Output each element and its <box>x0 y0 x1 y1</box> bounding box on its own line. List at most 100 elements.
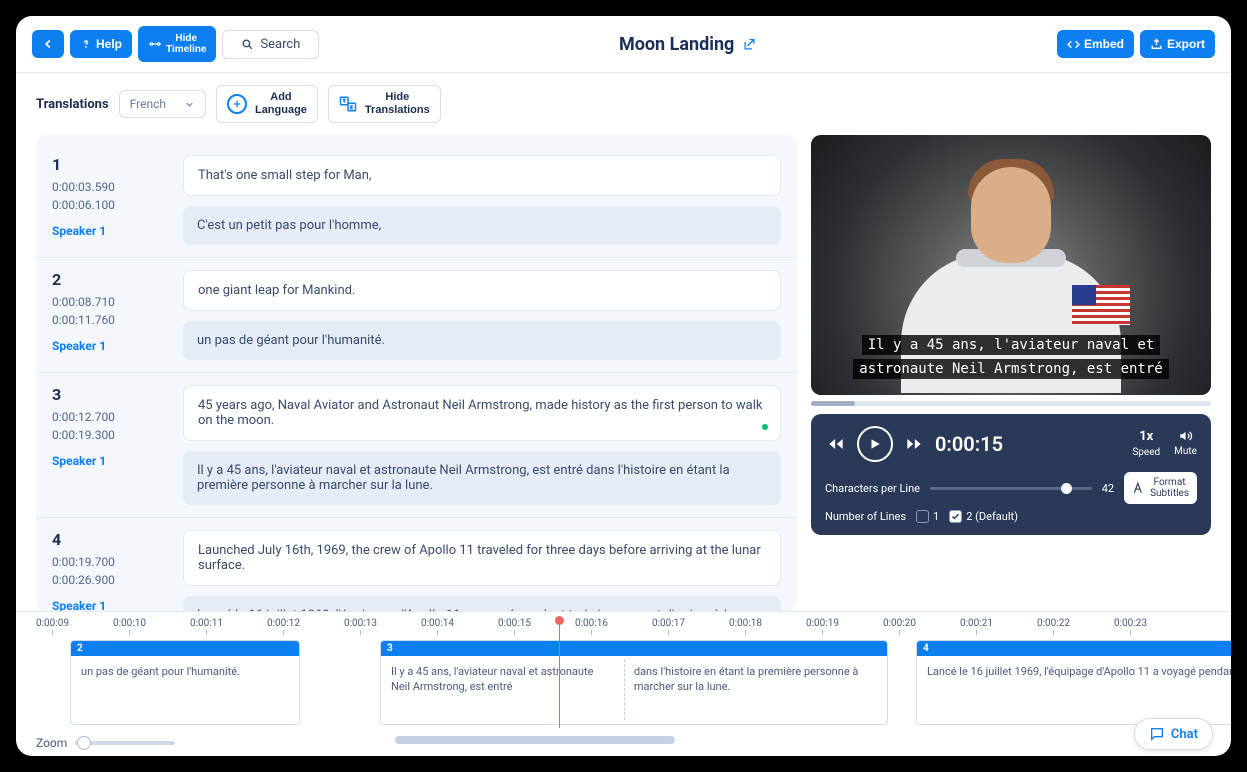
subbar: Translations French Add Language Hide Tr… <box>16 73 1231 135</box>
segment-body: That's one small step for Man, C'est un … <box>183 155 781 245</box>
clip-number: 3 <box>381 641 887 656</box>
ruler-tick: 0:00:19 <box>806 618 839 629</box>
timeline: 0:00:090:00:100:00:110:00:120:00:130:00:… <box>16 611 1231 756</box>
help-label: Help <box>96 37 122 51</box>
chevron-down-icon <box>184 99 195 110</box>
ruler-tick: 0:00:09 <box>36 618 69 629</box>
lines-1-checkbox[interactable]: 1 <box>916 510 939 523</box>
play-button[interactable] <box>857 426 893 462</box>
translate-icon <box>339 95 357 113</box>
zoom-slider[interactable] <box>75 741 175 745</box>
segment-speaker[interactable]: Speaker 1 <box>52 224 167 238</box>
segment-speaker[interactable]: Speaker 1 <box>52 339 167 353</box>
segment-speaker[interactable]: Speaker 1 <box>52 599 167 611</box>
cpl-label: Characters per Line <box>825 482 920 495</box>
ruler-tick: 0:00:21 <box>960 618 993 629</box>
embed-label: Embed <box>1084 37 1124 51</box>
search-input[interactable]: Search <box>222 30 319 59</box>
title-text: Moon Landing <box>619 34 734 55</box>
timeline-ruler[interactable]: 0:00:090:00:100:00:110:00:120:00:130:00:… <box>16 618 1231 640</box>
ruler-tick: 0:00:23 <box>1114 618 1147 629</box>
segment-row[interactable]: 3 0:00:12.700 0:00:19.300 Speaker 1 45 y… <box>36 373 797 518</box>
ruler-tick: 0:00:20 <box>883 618 916 629</box>
chat-label: Chat <box>1171 727 1198 742</box>
segment-number: 4 <box>52 530 167 549</box>
hide-translations-button[interactable]: Hide Translations <box>328 85 441 123</box>
forward-button[interactable] <box>903 433 925 455</box>
video-caption: Il y a 45 ans, l'aviateur naval et astro… <box>831 334 1191 382</box>
back-button[interactable] <box>32 30 64 58</box>
segment-text[interactable]: That's one small step for Man, <box>183 155 781 196</box>
timeline-scrollbar[interactable] <box>395 736 675 744</box>
arrow-left-icon <box>41 37 55 51</box>
ruler-tick: 0:00:11 <box>190 618 223 629</box>
export-icon <box>1150 38 1163 51</box>
timeline-clip[interactable]: 3Il y a 45 ans, l'aviateur naval et astr… <box>380 640 888 725</box>
segments-panel: 1 0:00:03.590 0:00:06.100 Speaker 1 That… <box>36 135 797 611</box>
segment-meta: 1 0:00:03.590 0:00:06.100 Speaker 1 <box>52 155 167 245</box>
segment-body: 45 years ago, Naval Aviator and Astronau… <box>183 385 781 505</box>
ruler-tick: 0:00:13 <box>344 618 377 629</box>
segment-start: 0:00:03.590 <box>52 178 167 196</box>
help-button[interactable]: Help <box>70 30 132 58</box>
ruler-tick: 0:00:12 <box>267 618 300 629</box>
mute-button[interactable]: Mute <box>1174 429 1197 459</box>
lines-2-checkbox[interactable]: 2 (Default) <box>949 510 1018 523</box>
segment-end: 0:00:11.760 <box>52 311 167 329</box>
timeline-tracks[interactable]: 2un pas de géant pour l'humanité. 3Il y a… <box>70 640 1231 732</box>
format-subtitles-button[interactable]: Format Subtitles <box>1124 472 1197 504</box>
segment-text[interactable]: one giant leap for Mankind. <box>183 270 781 311</box>
segment-row[interactable]: 1 0:00:03.590 0:00:06.100 Speaker 1 That… <box>36 143 797 258</box>
cpl-slider[interactable] <box>930 487 1092 490</box>
segment-speaker[interactable]: Speaker 1 <box>52 454 167 468</box>
hide-timeline-button[interactable]: Hide Timeline <box>138 26 216 62</box>
add-language-label: Add Language <box>255 91 307 117</box>
video-preview[interactable]: Il y a 45 ans, l'aviateur naval et astro… <box>811 135 1211 395</box>
search-placeholder: Search <box>260 37 300 52</box>
speed-control[interactable]: 1xSpeed <box>1132 429 1160 459</box>
segment-row[interactable]: 4 0:00:19.700 0:00:26.900 Speaker 1 Laun… <box>36 518 797 611</box>
chat-button[interactable]: Chat <box>1134 718 1213 750</box>
segment-translation[interactable]: Lancé le 16 juillet 1969, l'équipage d'A… <box>183 596 781 611</box>
segment-translation[interactable]: un pas de géant pour l'humanité. <box>183 321 781 360</box>
segment-translation[interactable]: Il y a 45 ans, l'aviateur naval et astro… <box>183 451 781 505</box>
segments-list[interactable]: 1 0:00:03.590 0:00:06.100 Speaker 1 That… <box>36 135 797 611</box>
format-icon <box>1132 481 1146 495</box>
ruler-tick: 0:00:22 <box>1037 618 1070 629</box>
embed-button[interactable]: Embed <box>1057 30 1134 58</box>
rewind-button[interactable] <box>825 433 847 455</box>
segment-text[interactable]: 45 years ago, Naval Aviator and Astronau… <box>183 385 781 441</box>
segment-end: 0:00:26.900 <box>52 571 167 589</box>
segment-end: 0:00:19.300 <box>52 426 167 444</box>
video-progress[interactable] <box>811 401 1211 406</box>
segment-meta: 2 0:00:08.710 0:00:11.760 Speaker 1 <box>52 270 167 360</box>
edit-title-icon[interactable] <box>742 37 757 52</box>
code-icon <box>1067 38 1080 51</box>
clip-number: 4 <box>917 641 1231 656</box>
ruler-tick: 0:00:14 <box>421 618 454 629</box>
segment-end: 0:00:06.100 <box>52 196 167 214</box>
caption-line2: astronaute Neil Armstrong, est entré <box>853 359 1168 379</box>
timeline-clip[interactable]: 4Lancé le 16 juillet 1969, l'équipage d'… <box>916 640 1231 725</box>
playhead[interactable] <box>559 616 560 728</box>
ruler-tick: 0:00:17 <box>652 618 685 629</box>
segment-row[interactable]: 2 0:00:08.710 0:00:11.760 Speaker 1 one … <box>36 258 797 373</box>
ruler-tick: 0:00:15 <box>498 618 531 629</box>
export-button[interactable]: Export <box>1140 30 1215 58</box>
language-select[interactable]: French <box>119 90 206 118</box>
active-indicator <box>762 424 768 430</box>
segment-translation[interactable]: C'est un petit pas pour l'homme, <box>183 206 781 245</box>
segment-start: 0:00:12.700 <box>52 408 167 426</box>
timeline-clip[interactable]: 2un pas de géant pour l'humanité. <box>70 640 300 725</box>
help-icon <box>80 38 92 50</box>
ruler-tick: 0:00:16 <box>575 618 608 629</box>
language-value: French <box>130 97 166 111</box>
page-title: Moon Landing <box>319 34 1057 55</box>
segment-meta: 3 0:00:12.700 0:00:19.300 Speaker 1 <box>52 385 167 505</box>
segment-text[interactable]: Launched July 16th, 1969, the crew of Ap… <box>183 530 781 586</box>
segment-meta: 4 0:00:19.700 0:00:26.900 Speaker 1 <box>52 530 167 611</box>
zoom-control[interactable]: Zoom <box>16 732 195 754</box>
add-language-button[interactable]: Add Language <box>216 85 318 123</box>
caption-line1: Il y a 45 ans, l'aviateur naval et <box>862 335 1161 355</box>
playback-time: 0:00:15 <box>935 432 1003 456</box>
